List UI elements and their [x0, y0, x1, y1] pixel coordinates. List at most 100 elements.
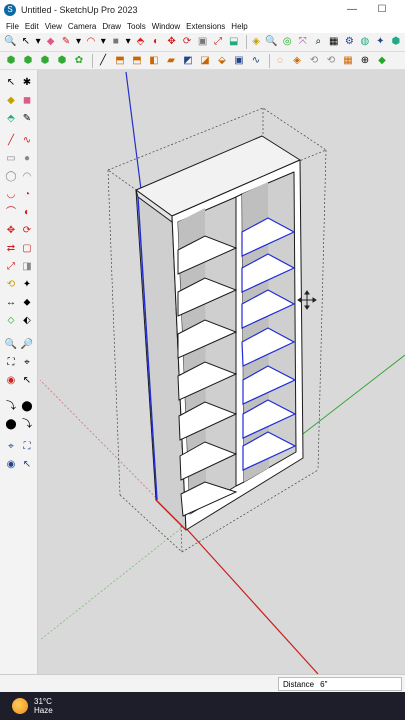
sandbox-contours-icon[interactable]: ⌖	[4, 440, 18, 454]
tape-measure-icon[interactable]: ⟲	[4, 278, 18, 292]
redo-icon[interactable]: ⟲	[324, 54, 338, 68]
weather-sun-icon[interactable]	[12, 698, 28, 714]
rectangle-tool-icon[interactable]: ▭	[4, 152, 18, 166]
2-point-arc-icon[interactable]: ◔	[20, 188, 34, 202]
follow-me-tool-icon[interactable]: ◐	[150, 35, 163, 49]
warehouse-icon[interactable]: ⚙	[343, 35, 356, 49]
tag-tool-icon[interactable]: ⬘	[4, 112, 18, 126]
follow-me-tool-icon[interactable]: ▢	[20, 242, 34, 256]
rotate-tool-icon[interactable]: ⇄	[4, 242, 18, 256]
axes-tool-icon[interactable]: ⬦	[4, 314, 18, 328]
measure-value[interactable]: 6"	[320, 680, 327, 689]
orbit-tool-icon[interactable]: ◎	[281, 35, 294, 49]
3d-warehouse-icon[interactable]: ◆	[375, 54, 389, 68]
menu-file[interactable]: File	[6, 22, 19, 31]
scale-tool-icon[interactable]: ⤢	[4, 260, 18, 274]
solid-tools-icon[interactable]: ⬢	[4, 54, 18, 68]
polygon-tool-icon[interactable]: ◠	[20, 170, 34, 184]
section-fill-icon[interactable]: ▣	[232, 54, 246, 68]
intersect-icon[interactable]: ⬢	[38, 54, 52, 68]
undo-icon[interactable]: ⟲	[307, 54, 321, 68]
zoom-extents-icon[interactable]: ◉	[4, 374, 18, 388]
dropdown-arrow-icon[interactable]: ▾	[125, 35, 131, 49]
menu-draw[interactable]: Draw	[102, 22, 121, 31]
dropdown-arrow-icon[interactable]: ▾	[35, 35, 41, 49]
menu-view[interactable]: View	[45, 22, 62, 31]
stamp-icon[interactable]: ⬒	[130, 54, 144, 68]
weather-widget[interactable]: 31°C Haze	[34, 697, 53, 715]
scene-icon[interactable]: ◌	[273, 54, 287, 68]
offset-tool-icon[interactable]: ◨	[20, 260, 34, 274]
tape-measure-icon[interactable]: ◈	[250, 35, 263, 49]
rectangle-tool-icon[interactable]: ■	[109, 35, 122, 49]
pie-tool-icon[interactable]: ◐	[20, 206, 34, 220]
3-point-arc-icon[interactable]: ⌒	[4, 206, 18, 220]
line-tool-icon[interactable]: ✎	[60, 35, 73, 49]
add-location-icon[interactable]: ⊕	[358, 54, 372, 68]
rotate-tool-icon[interactable]: ⟳	[181, 35, 194, 49]
menu-camera[interactable]: Camera	[68, 22, 96, 31]
rotated-rectangle-icon[interactable]: ●	[20, 152, 34, 166]
section-plane-icon[interactable]: ◪	[198, 54, 212, 68]
pan-tool-icon[interactable]: ⤧	[296, 35, 309, 49]
push-pull-tool-icon[interactable]: ⬘	[134, 35, 147, 49]
outer-shell-icon[interactable]: ⬢	[21, 54, 35, 68]
sandbox-icon[interactable]: ╱	[96, 54, 110, 68]
freehand-tool-icon[interactable]: ∿	[20, 134, 34, 148]
zoom-window-icon[interactable]: ⌕	[312, 35, 325, 49]
section-cut-icon[interactable]: ⬙	[215, 54, 229, 68]
component-tool-icon[interactable]: ✱	[20, 76, 34, 90]
position-camera-icon[interactable]: ⤵	[4, 400, 18, 414]
search-icon[interactable]: 🔍	[4, 35, 17, 49]
zoom-window-icon[interactable]: ⌖	[20, 356, 34, 370]
move-tool-icon[interactable]: ✥	[4, 224, 18, 238]
push-pull-tool-icon[interactable]: ⟳	[20, 224, 34, 238]
select-tool-icon[interactable]: ↖	[4, 76, 18, 90]
dropdown-arrow-icon[interactable]: ▾	[100, 35, 106, 49]
menu-edit[interactable]: Edit	[25, 22, 39, 31]
grid-icon[interactable]: ▦	[341, 54, 355, 68]
circle-tool-icon[interactable]: ◯	[4, 170, 18, 184]
curve-icon[interactable]: ∿	[249, 54, 263, 68]
look-around-icon[interactable]: ⬤	[4, 418, 18, 432]
drape-icon[interactable]: ◧	[147, 54, 161, 68]
move-tool-icon[interactable]: ✥	[165, 35, 178, 49]
layout-icon[interactable]: ✦	[374, 35, 387, 49]
paint-bucket-icon[interactable]: ⬓	[227, 35, 240, 49]
protractor-tool-icon[interactable]: ⬥	[20, 296, 34, 310]
sandbox-scratch-icon[interactable]: ⛶	[20, 440, 34, 454]
union-icon[interactable]: ⬢	[55, 54, 69, 68]
pan-tool-icon[interactable]: 🔎	[20, 338, 34, 352]
dimension-tool-icon[interactable]: ↔	[4, 296, 18, 310]
orbit-tool-icon[interactable]: 🔍	[4, 338, 18, 352]
stamp-tool-icon[interactable]: ↖	[20, 458, 34, 472]
smoove-icon[interactable]: ⬒	[113, 54, 127, 68]
offset-tool-icon[interactable]: ▣	[196, 35, 209, 49]
shadow-icon[interactable]: ◈	[290, 54, 304, 68]
menu-help[interactable]: Help	[231, 22, 247, 31]
paint-bucket-icon[interactable]: ◆	[4, 94, 18, 108]
flip-edge-icon[interactable]: ◩	[181, 54, 195, 68]
text-tool-icon[interactable]: ✦	[20, 278, 34, 292]
add-detail-icon[interactable]: ▰	[164, 54, 178, 68]
styles-icon[interactable]: ⬢	[390, 35, 403, 49]
walk-tool-icon[interactable]: ⬤	[20, 400, 34, 414]
split-icon[interactable]: ✿	[72, 54, 86, 68]
scale-tool-icon[interactable]: ⤢	[212, 35, 225, 49]
menu-window[interactable]: Window	[152, 22, 180, 31]
previous-view-icon[interactable]: ↖	[20, 374, 34, 388]
zoom-extents-icon[interactable]: ▦	[328, 35, 341, 49]
maximize-button[interactable]: ☐	[368, 2, 396, 17]
minimize-button[interactable]: —	[338, 2, 366, 17]
3d-text-icon[interactable]: ⬖	[20, 314, 34, 328]
extension-warehouse-icon[interactable]: ◍	[359, 35, 372, 49]
drawing-viewport[interactable]	[38, 70, 405, 675]
menu-tools[interactable]: Tools	[127, 22, 146, 31]
section-plane-icon[interactable]: ⤵	[20, 418, 34, 432]
zoom-tool-icon[interactable]: 🔍	[265, 35, 278, 49]
arc-tool-icon[interactable]: ◠	[85, 35, 98, 49]
dropdown-arrow-icon[interactable]: ▾	[75, 35, 81, 49]
eraser-tool-icon[interactable]: ◼	[20, 94, 34, 108]
menu-extensions[interactable]: Extensions	[186, 22, 225, 31]
zoom-tool-icon[interactable]: ⛶	[4, 356, 18, 370]
